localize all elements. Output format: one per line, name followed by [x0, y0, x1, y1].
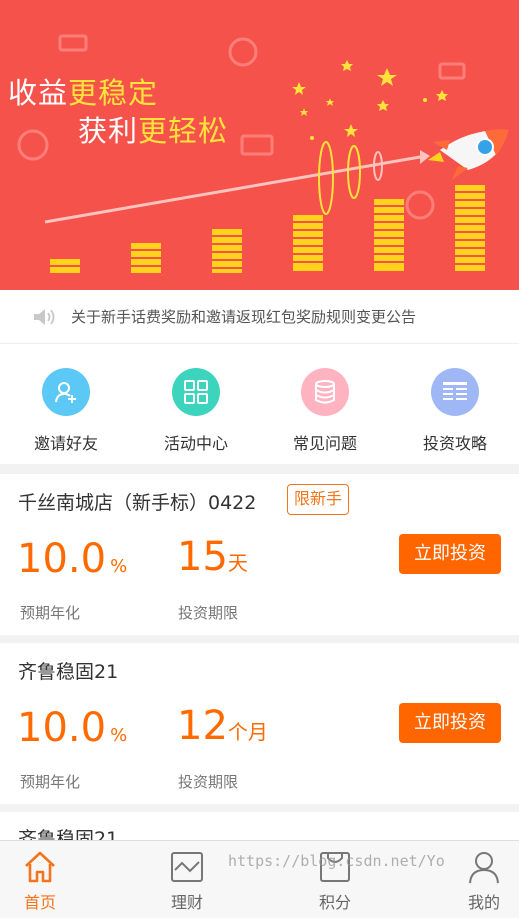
- investment-period: 12个月: [177, 703, 268, 749]
- quick-nav-label: 活动中心: [163, 434, 228, 453]
- tab-label: 理财: [170, 893, 203, 912]
- user-icon: [469, 852, 499, 884]
- home-icon: [25, 851, 55, 883]
- watermark: https://blog.csdn.net/Yo: [228, 852, 445, 870]
- expected-rate: 10.0%: [17, 536, 128, 582]
- product-card[interactable]: 齐鲁稳固21: [0, 812, 519, 842]
- period-label: 投资期限: [178, 773, 239, 791]
- expected-rate: 10.0%: [17, 705, 128, 751]
- product-title: 齐鲁稳固21: [18, 661, 119, 683]
- quick-nav-label: 常见问题: [292, 434, 357, 453]
- chart-icon: [171, 852, 203, 882]
- rate-label: 预期年化: [20, 604, 81, 622]
- quick-nav-faq[interactable]: 常见问题: [260, 344, 390, 464]
- invest-now-button[interactable]: 立即投资: [399, 534, 501, 574]
- tab-label: 积分: [318, 893, 351, 912]
- banner-headline-1: 收益更稳定: [8, 76, 159, 110]
- quick-nav: 邀请好友 活动中心 常见问题 投资攻略: [0, 344, 519, 464]
- invest-now-button[interactable]: 立即投资: [399, 703, 501, 743]
- product-card[interactable]: 齐鲁稳固21 10.0% 12个月 预期年化 投资期限 立即投资: [0, 643, 519, 804]
- database-icon: [301, 368, 349, 416]
- rocket-illustration: [428, 129, 508, 180]
- quick-nav-invite-friends[interactable]: 邀请好友: [1, 344, 131, 464]
- grid-icon: [172, 368, 220, 416]
- add-user-icon: [42, 368, 90, 416]
- product-title: 千丝南城店（新手标）0422: [18, 492, 257, 514]
- tab-label: 首页: [23, 893, 56, 912]
- promo-banner[interactable]: 收益更稳定 获利更轻松: [0, 0, 519, 290]
- tab-home[interactable]: 首页: [0, 841, 105, 918]
- quick-nav-label: 邀请好友: [33, 434, 98, 453]
- banner-headline-2: 获利更轻松: [78, 114, 229, 148]
- period-label: 投资期限: [178, 604, 239, 622]
- list-icon: [431, 368, 479, 416]
- rate-label: 预期年化: [20, 773, 81, 791]
- quick-nav-investment-guide[interactable]: 投资攻略: [390, 344, 519, 464]
- investment-period: 15天: [177, 534, 248, 580]
- tab-label: 我的: [467, 893, 500, 912]
- quick-nav-label: 投资攻略: [422, 434, 487, 453]
- speaker-icon: [34, 309, 55, 325]
- quick-nav-activity-center[interactable]: 活动中心: [131, 344, 261, 464]
- announcement-text[interactable]: 关于新手话费奖励和邀请返现红包奖励规则变更公告: [71, 306, 416, 327]
- product-card[interactable]: 千丝南城店（新手标）0422 限新手 10.0% 15天 预期年化 投资期限 立…: [0, 474, 519, 635]
- announcement-bar[interactable]: 关于新手话费奖励和邀请返现红包奖励规则变更公告: [0, 290, 519, 344]
- newbie-badge: 限新手: [287, 484, 350, 515]
